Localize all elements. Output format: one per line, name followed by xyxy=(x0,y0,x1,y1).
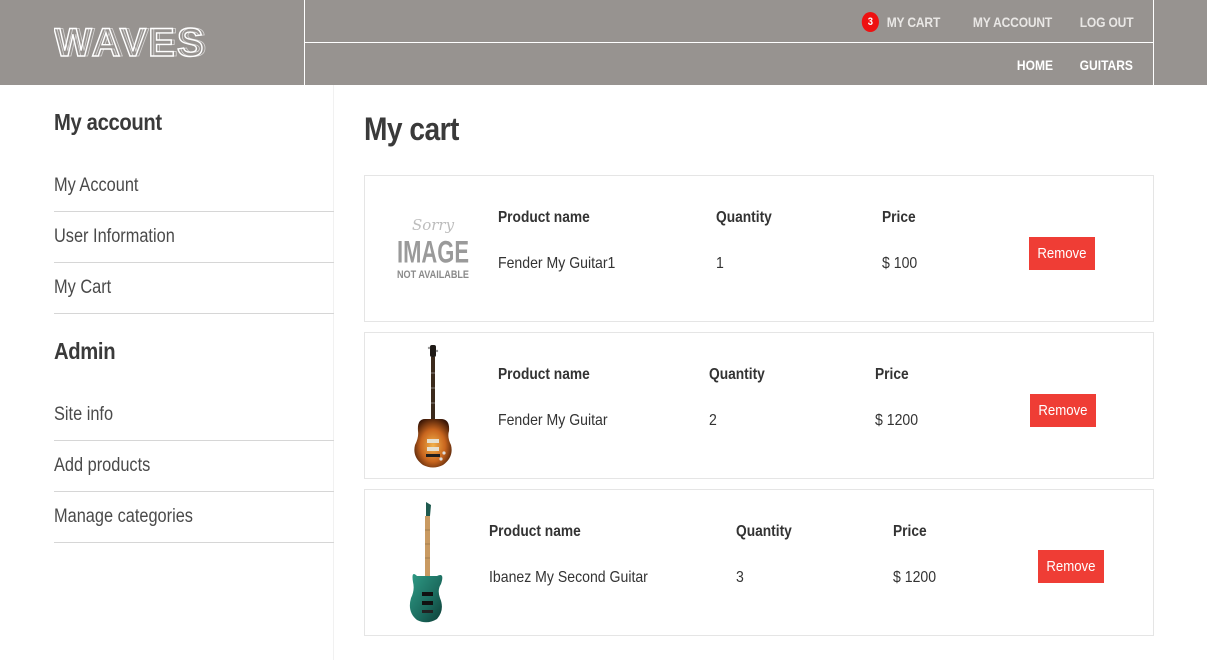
my-account-heading: My account xyxy=(54,109,162,135)
green-guitar-image xyxy=(407,502,447,624)
product-name-label: Product name xyxy=(498,366,590,383)
admin-heading: Admin xyxy=(54,338,116,364)
log-out-link[interactable]: Log Out xyxy=(1079,14,1133,30)
image-not-available-placeholder: Sorry IMAGE NOT AVAILABLE xyxy=(393,214,473,284)
product-name-value: Fender My Guitar1 xyxy=(498,255,616,272)
sidebar-item-site-info[interactable]: Site info xyxy=(54,390,334,441)
header-divider xyxy=(305,42,1153,43)
svg-text:WAVES: WAVES xyxy=(57,21,209,62)
account-links: 3 My Cart My Account Log Out xyxy=(849,10,1133,34)
price-value: $ 1200 xyxy=(875,412,919,429)
sidebar-item-my-account[interactable]: My Account xyxy=(54,161,334,212)
remove-button[interactable]: Remove xyxy=(1038,550,1104,583)
sidebar: My account My Account User Information M… xyxy=(54,85,334,660)
sunburst-guitar-image xyxy=(409,343,457,469)
sidebar-item-my-cart[interactable]: My Cart xyxy=(54,263,334,314)
quantity-value: 2 xyxy=(709,412,717,429)
cart-item: Product name Quantity Price Ibanez My Se… xyxy=(364,489,1154,636)
cart-count-badge: 3 xyxy=(862,12,880,32)
price-label: Price xyxy=(893,523,927,540)
product-name-label: Product name xyxy=(498,209,590,226)
price-value: $ 100 xyxy=(882,255,918,272)
remove-button[interactable]: Remove xyxy=(1030,394,1096,427)
svg-text:NOT AVAILABLE: NOT AVAILABLE xyxy=(397,269,469,281)
price-label: Price xyxy=(875,366,909,383)
svg-text:IMAGE: IMAGE xyxy=(397,234,469,270)
svg-text:Sorry: Sorry xyxy=(412,216,455,234)
my-cart-link-label: My Cart xyxy=(887,14,941,30)
main-nav: Home Guitars xyxy=(993,53,1133,77)
sidebar-item-user-information[interactable]: User Information xyxy=(54,212,334,263)
quantity-value: 1 xyxy=(716,255,724,272)
header-nav-area: 3 My Cart My Account Log Out Home Guitar… xyxy=(304,0,1154,85)
cart-item: Sorry IMAGE NOT AVAILABLE Product name Q… xyxy=(364,175,1154,322)
page-title: My cart xyxy=(364,111,459,147)
my-cart-link[interactable]: 3 My Cart xyxy=(862,12,941,32)
sidebar-item-add-products[interactable]: Add products xyxy=(54,441,334,492)
price-label: Price xyxy=(882,209,916,226)
site-header: WAVES WAVES 3 My Cart My Account Log Out… xyxy=(0,0,1207,85)
my-account-link[interactable]: My Account xyxy=(972,14,1051,30)
nav-home-link[interactable]: Home xyxy=(1017,57,1053,73)
cart-item: Product name Quantity Price Fender My Gu… xyxy=(364,332,1154,479)
product-name-label: Product name xyxy=(489,523,581,540)
sidebar-item-manage-categories[interactable]: Manage categories xyxy=(54,492,334,543)
quantity-value: 3 xyxy=(736,569,744,586)
quantity-label: Quantity xyxy=(716,209,772,226)
price-value: $ 1200 xyxy=(893,569,937,586)
quantity-label: Quantity xyxy=(709,366,765,383)
product-name-value: Fender My Guitar xyxy=(498,412,608,429)
quantity-label: Quantity xyxy=(736,523,792,540)
product-name-value: Ibanez My Second Guitar xyxy=(489,569,648,586)
nav-guitars-link[interactable]: Guitars xyxy=(1080,57,1133,73)
remove-button[interactable]: Remove xyxy=(1029,237,1095,270)
waves-logo[interactable]: WAVES WAVES xyxy=(54,20,229,62)
